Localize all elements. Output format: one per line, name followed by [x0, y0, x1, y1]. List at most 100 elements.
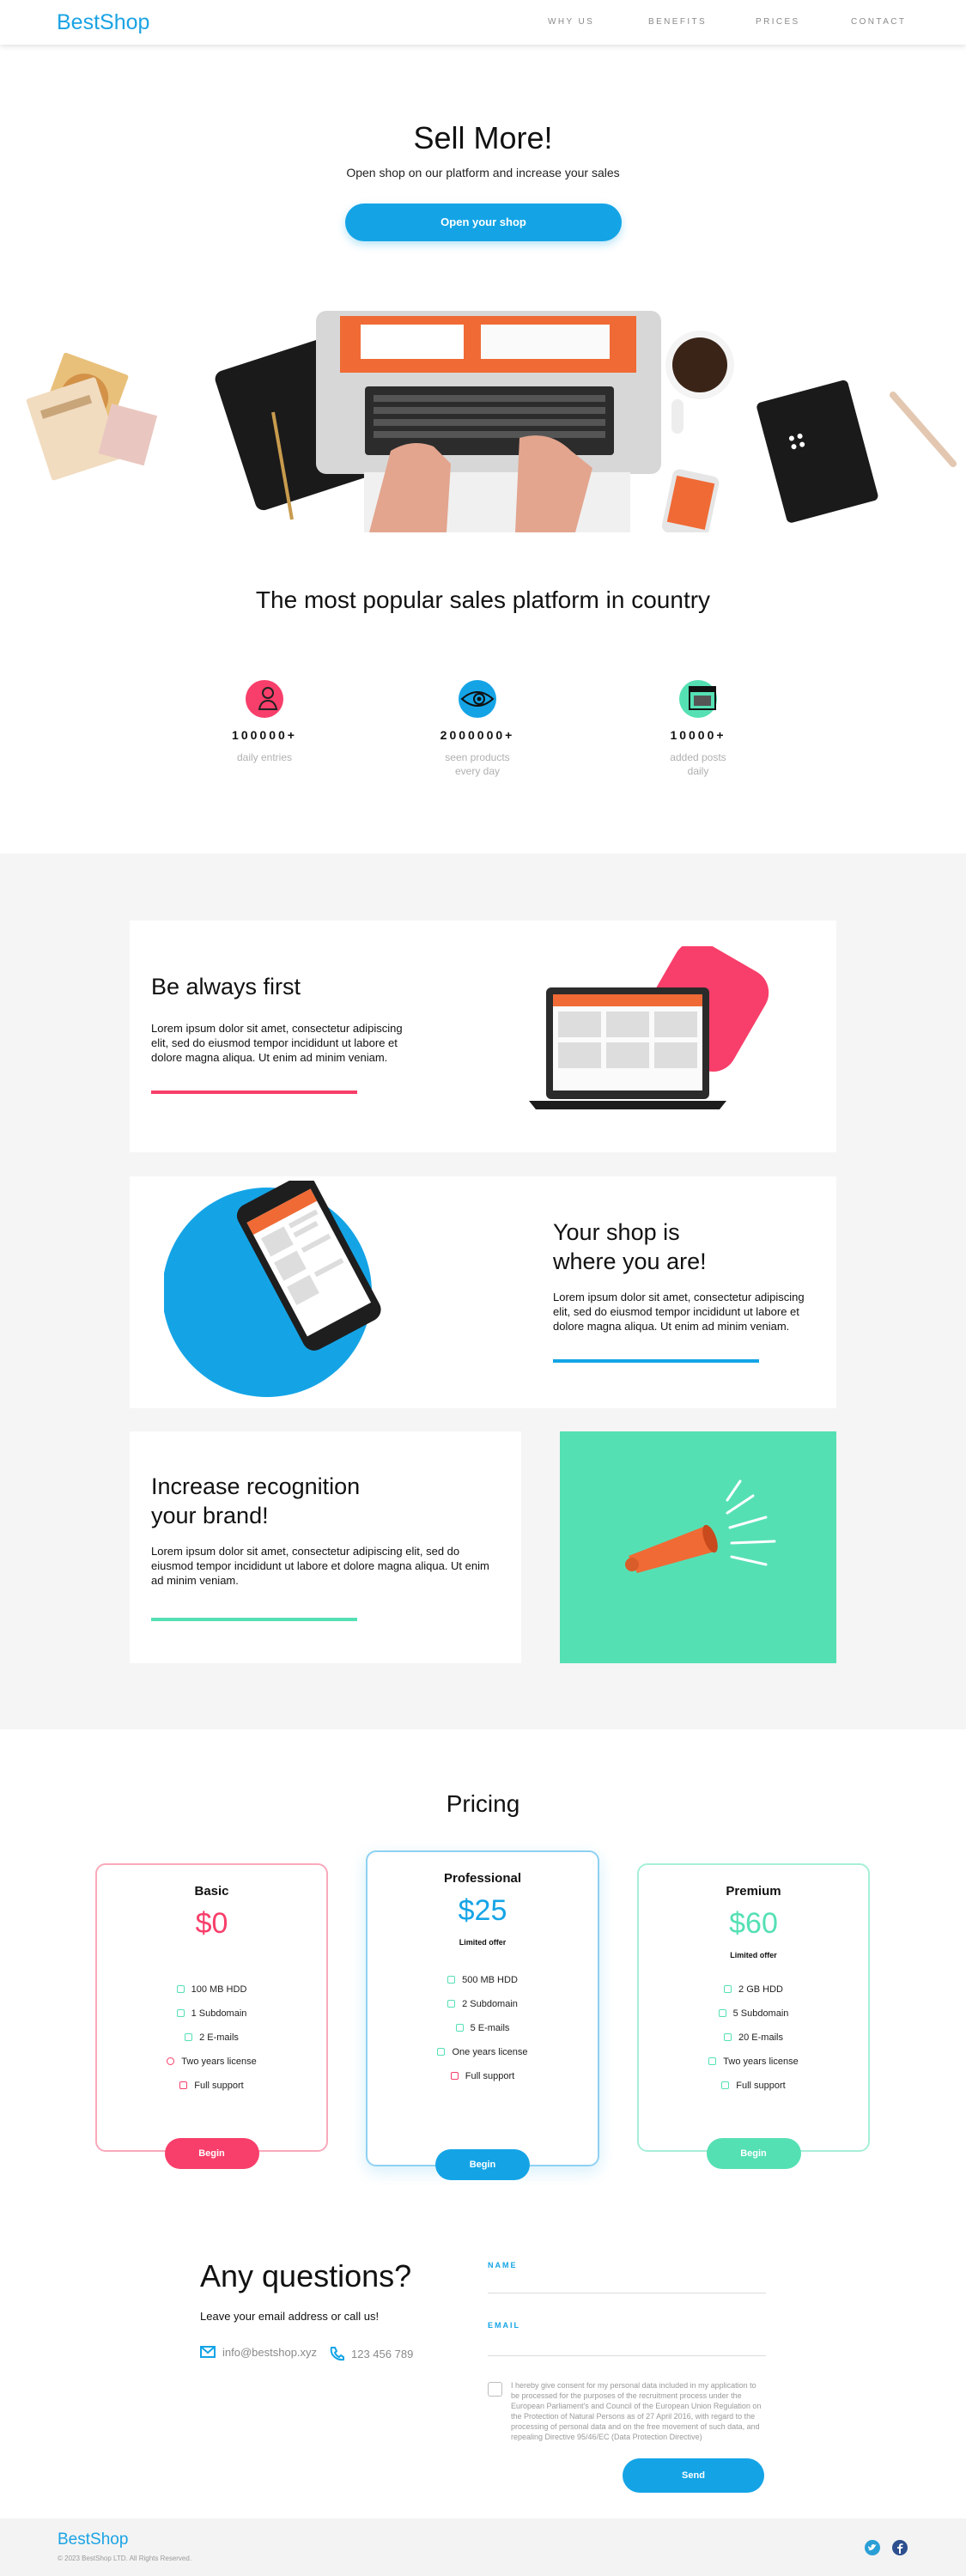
nav-prices[interactable]: PRICES: [756, 17, 800, 27]
plan-card-premium: Premium $60 Limited offer 2 GB HDD 5 Sub…: [637, 1863, 870, 2169]
cross-icon: [450, 2072, 459, 2080]
check-icon: [708, 2057, 717, 2065]
plan-feature: Full support: [368, 2070, 598, 2082]
footer-logo[interactable]: BestShop: [58, 2530, 128, 2549]
check-icon: [718, 2009, 726, 2017]
check-icon: [455, 2024, 464, 2032]
check-icon: [437, 2048, 446, 2056]
contact-phone[interactable]: 123 456 789: [329, 2346, 413, 2361]
stat-daily-entries: 100000+ daily entries: [170, 678, 359, 764]
logo[interactable]: BestShop: [57, 10, 149, 35]
hero-title: Sell More!: [413, 120, 553, 155]
check-icon: [185, 2033, 193, 2041]
plan-feature: 1 Subdomain: [97, 2008, 326, 2020]
nav-benefits[interactable]: BENEFITS: [648, 17, 707, 27]
feature-underline: [151, 1091, 357, 1094]
check-icon: [724, 2033, 732, 2041]
email-input[interactable]: [488, 2355, 766, 2356]
begin-button-basic[interactable]: Begin: [164, 2138, 259, 2169]
phone-illustration: [164, 1181, 381, 1397]
contact-email[interactable]: info@bestshop.xyz: [200, 2346, 317, 2359]
email-label: EMAIL: [488, 2321, 520, 2330]
plan-feature: Full support: [97, 2080, 326, 2092]
plan-feature: 100 MB HDD: [97, 1984, 326, 1996]
window-icon: [677, 678, 719, 720]
twitter-icon[interactable]: [865, 2540, 880, 2555]
feature-title: Be always first: [151, 974, 301, 999]
cross-icon: [167, 2057, 175, 2065]
feature-underline: [553, 1359, 759, 1363]
feature-underline: [151, 1618, 357, 1621]
plan-price: $25: [458, 1894, 507, 1927]
stat-added-posts: 10000+ added posts daily: [604, 678, 793, 778]
megaphone-illustration: [560, 1431, 836, 1663]
plan-feature: Full support: [639, 2080, 868, 2092]
plan-features: 500 MB HDD 2 Subdomain 5 E-mails One yea…: [368, 1974, 598, 2082]
plan-feature: Two years license: [97, 2056, 326, 2068]
plan-feature: 2 Subdomain: [368, 1998, 598, 2010]
platform-title: The most popular sales platform in count…: [255, 586, 711, 613]
begin-button-professional[interactable]: Begin: [435, 2149, 530, 2180]
feature-card-first: Be always first Lorem ipsum dolor sit am…: [130, 920, 836, 1152]
plan-offer: [97, 1951, 326, 1961]
plan-feature: 20 E-mails: [639, 2032, 868, 2044]
plan-feature: 500 MB HDD: [368, 1974, 598, 1986]
plan-feature: One years license: [368, 2046, 598, 2058]
nav-contact[interactable]: CONTACT: [851, 17, 906, 27]
plan-feature: 2 GB HDD: [639, 1984, 868, 1996]
plan-feature: 5 Subdomain: [639, 2008, 868, 2020]
plan-card-basic: Basic $0 100 MB HDD 1 Subdomain 2 E-mail…: [95, 1863, 328, 2169]
plan-feature: Two years license: [639, 2056, 868, 2068]
plan-feature: 2 E-mails: [97, 2032, 326, 2044]
begin-button-premium[interactable]: Begin: [706, 2138, 801, 2169]
stat-label: seen products every day: [445, 751, 510, 777]
check-icon: [176, 1985, 185, 1993]
mail-icon: [200, 2346, 216, 2358]
plan-features: 2 GB HDD 5 Subdomain 20 E-mails Two year…: [639, 1984, 868, 2092]
plan-features: 100 MB HDD 1 Subdomain 2 E-mails Two yea…: [97, 1984, 326, 2092]
facebook-icon[interactable]: [892, 2540, 908, 2555]
consent-text: I hereby give consent for my personal da…: [511, 2381, 762, 2441]
site-header: BestShop WHY US BENEFITS PRICES CONTACT: [0, 0, 966, 45]
feature-title: Your shop is where you are!: [553, 1219, 707, 1274]
open-shop-button[interactable]: Open your shop: [345, 204, 622, 241]
contact-title: Any questions?: [200, 2258, 412, 2293]
plan-offer: Limited offer: [459, 1938, 507, 1947]
hero-subtitle: Open shop on our platform and increase y…: [346, 166, 620, 179]
user-icon: [244, 678, 285, 720]
check-icon: [176, 2009, 185, 2017]
feature-text: Lorem ipsum dolor sit amet, consectetur …: [553, 1291, 805, 1333]
plan-offer: Limited offer: [730, 1951, 777, 1959]
check-icon: [447, 1976, 456, 1984]
send-button[interactable]: Send: [623, 2458, 764, 2493]
stat-seen-products: 2000000+ seen products every day: [383, 678, 572, 778]
feature-text: Lorem ipsum dolor sit amet, consectetur …: [151, 1022, 403, 1064]
plan-name: Professional: [443, 1871, 522, 1886]
nav-why-us[interactable]: WHY US: [548, 17, 594, 27]
pricing-title: Pricing: [446, 1790, 520, 1817]
plan-card-professional: Professional $25 Limited offer 500 MB HD…: [366, 1850, 599, 2180]
eye-icon: [457, 678, 498, 720]
stat-label: added posts daily: [670, 751, 726, 777]
stat-number: 2000000+: [440, 728, 515, 742]
stat-number: 10000+: [670, 728, 726, 742]
laptop-illustration: [529, 946, 769, 1109]
hero-desk-image: [26, 311, 957, 532]
feature-title: Increase recognition your brand!: [151, 1473, 361, 1528]
check-icon: [721, 2081, 730, 2089]
copyright: © 2023 BestShop LTD. All Rights Reserved…: [58, 2555, 192, 2562]
plan-feature: 5 E-mails: [368, 2022, 598, 2034]
stat-number: 100000+: [232, 728, 297, 742]
feature-card-brand: Increase recognition your brand! Lorem ip…: [130, 1431, 521, 1663]
feature-card-mobile: Your shop is where you are! Lorem ipsum d…: [130, 1176, 836, 1408]
plan-price: $0: [195, 1907, 228, 1940]
site-footer: BestShop © 2023 BestShop LTD. All Rights…: [0, 2518, 966, 2576]
check-icon: [724, 1985, 732, 1993]
contact-subtitle: Leave your email address or call us!: [200, 2310, 380, 2323]
plan-name: Premium: [726, 1884, 781, 1899]
stat-label: daily entries: [236, 751, 293, 763]
consent-checkbox[interactable]: [488, 2382, 502, 2397]
plan-name: Basic: [194, 1884, 229, 1899]
cross-icon: [179, 2081, 188, 2089]
phone-icon: [330, 2347, 344, 2361]
